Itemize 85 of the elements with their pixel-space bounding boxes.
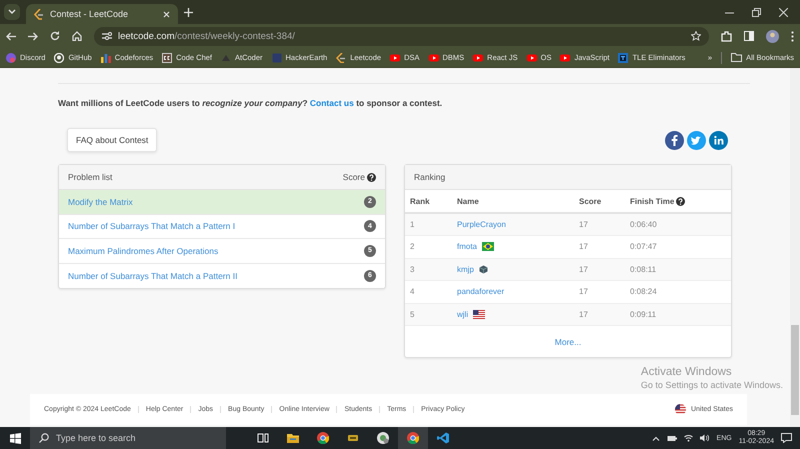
vscode-icon[interactable] [437, 432, 449, 444]
address-text: leetcode.com/contest/weekly-contest-384/ [118, 30, 295, 42]
column-header: Rank [410, 196, 430, 206]
avatar-icon[interactable] [766, 30, 779, 42]
twitter-icon[interactable] [687, 130, 706, 150]
reload-icon[interactable] [50, 31, 60, 41]
leetcode-logo-icon [34, 8, 44, 20]
browser-tab[interactable]: Contest - LeetCode [26, 4, 178, 24]
us-flag-icon [473, 310, 486, 319]
column-header: Score [342, 172, 365, 182]
address-bar[interactable]: leetcode.com/contest/weekly-contest-384/ [94, 26, 709, 46]
help-icon[interactable] [367, 172, 376, 182]
table-cell: 17 [575, 303, 626, 326]
speaker-icon[interactable] [700, 434, 710, 442]
close-icon[interactable] [163, 10, 170, 18]
tag-icon[interactable] [347, 432, 359, 444]
folder-icon [731, 53, 742, 62]
tab-list-button[interactable] [4, 4, 20, 20]
user-link[interactable]: fmota [457, 242, 478, 252]
task-view-icon[interactable] [257, 432, 269, 444]
home-icon[interactable] [72, 31, 82, 41]
youtube-icon [526, 52, 537, 62]
table-cell: 5 [405, 303, 453, 326]
sponsor-text: Want millions of LeetCode users to recognize your company? Contact us to sponsor a contest. [58, 98, 442, 108]
cube-icon [478, 264, 488, 274]
scrollbar-thumb[interactable] [791, 325, 799, 415]
restore-icon[interactable] [752, 8, 761, 16]
folder-icon[interactable] [287, 432, 299, 444]
user-link[interactable]: pandaforever [457, 287, 504, 296]
table-cell: 0:08:24 [626, 280, 731, 303]
back-icon[interactable] [6, 32, 16, 40]
bar-chart-icon [100, 52, 111, 62]
facebook-icon[interactable] [665, 130, 684, 150]
table-cell: 3 [405, 258, 453, 280]
column-header: Name [457, 196, 479, 206]
windows-logo-icon[interactable] [10, 432, 20, 444]
table-cell: 0:06:40 [626, 213, 731, 236]
activation-title: Activate Windows [640, 366, 733, 380]
table-cell: 2 [405, 236, 453, 258]
dark-shape-icon [221, 52, 231, 62]
tle-logo-icon [618, 52, 628, 62]
table-cell: 17 [575, 236, 626, 258]
help-icon[interactable] [676, 196, 686, 206]
table-cell: 1 [405, 213, 453, 236]
menu-icon[interactable] [791, 30, 794, 42]
new-tab-icon[interactable] [184, 8, 193, 17]
extensions-icon[interactable] [721, 30, 732, 42]
panel-title: Problem list [68, 172, 112, 182]
cc-icon [162, 52, 172, 62]
activation-hint: Go to Settings to activate Windows. [640, 380, 783, 391]
chrome-icon[interactable] [407, 432, 419, 444]
youtube-icon [390, 52, 400, 62]
table-cell: 4 [405, 280, 453, 303]
problem-title[interactable]: Maximum Palindromes After Operations [68, 246, 364, 256]
chrome-icon[interactable] [317, 432, 329, 444]
panel-title: Ranking [414, 172, 446, 182]
table-cell: 17 [575, 258, 626, 280]
table-cell: 17 [575, 280, 626, 303]
chevron-up-icon[interactable] [652, 436, 660, 440]
notification-icon[interactable] [781, 433, 792, 443]
table-cell: 0:07:47 [626, 236, 731, 258]
table-cell: 0:08:11 [626, 258, 731, 280]
close-icon[interactable] [779, 8, 788, 16]
column-header: Score [579, 196, 602, 206]
us-flag-icon [674, 404, 686, 415]
wifi-icon[interactable] [684, 434, 693, 442]
youtube-icon [428, 52, 438, 62]
column-header: Finish Time [630, 196, 674, 206]
linkedin-icon[interactable] [709, 130, 728, 150]
star-icon[interactable] [691, 31, 701, 41]
dark-square-icon [272, 52, 282, 62]
table-cell: 17 [575, 213, 626, 236]
table-cell: 0:09:11 [626, 303, 731, 326]
leetcode-logo-icon [336, 52, 346, 62]
youtube-icon [560, 52, 570, 62]
faq-button[interactable]: FAQ about Contest [67, 128, 158, 152]
taskbar-search-field[interactable]: Type here to search [30, 427, 226, 449]
site-settings-icon [102, 32, 112, 40]
forward-icon[interactable] [28, 32, 38, 40]
brazil-flag-icon [482, 242, 494, 252]
chevron-down-icon [8, 9, 16, 15]
youtube-icon [473, 52, 484, 62]
chrome-profile-icon[interactable] [377, 432, 389, 444]
side-panel-icon[interactable] [744, 31, 754, 41]
battery-icon[interactable] [666, 434, 677, 442]
